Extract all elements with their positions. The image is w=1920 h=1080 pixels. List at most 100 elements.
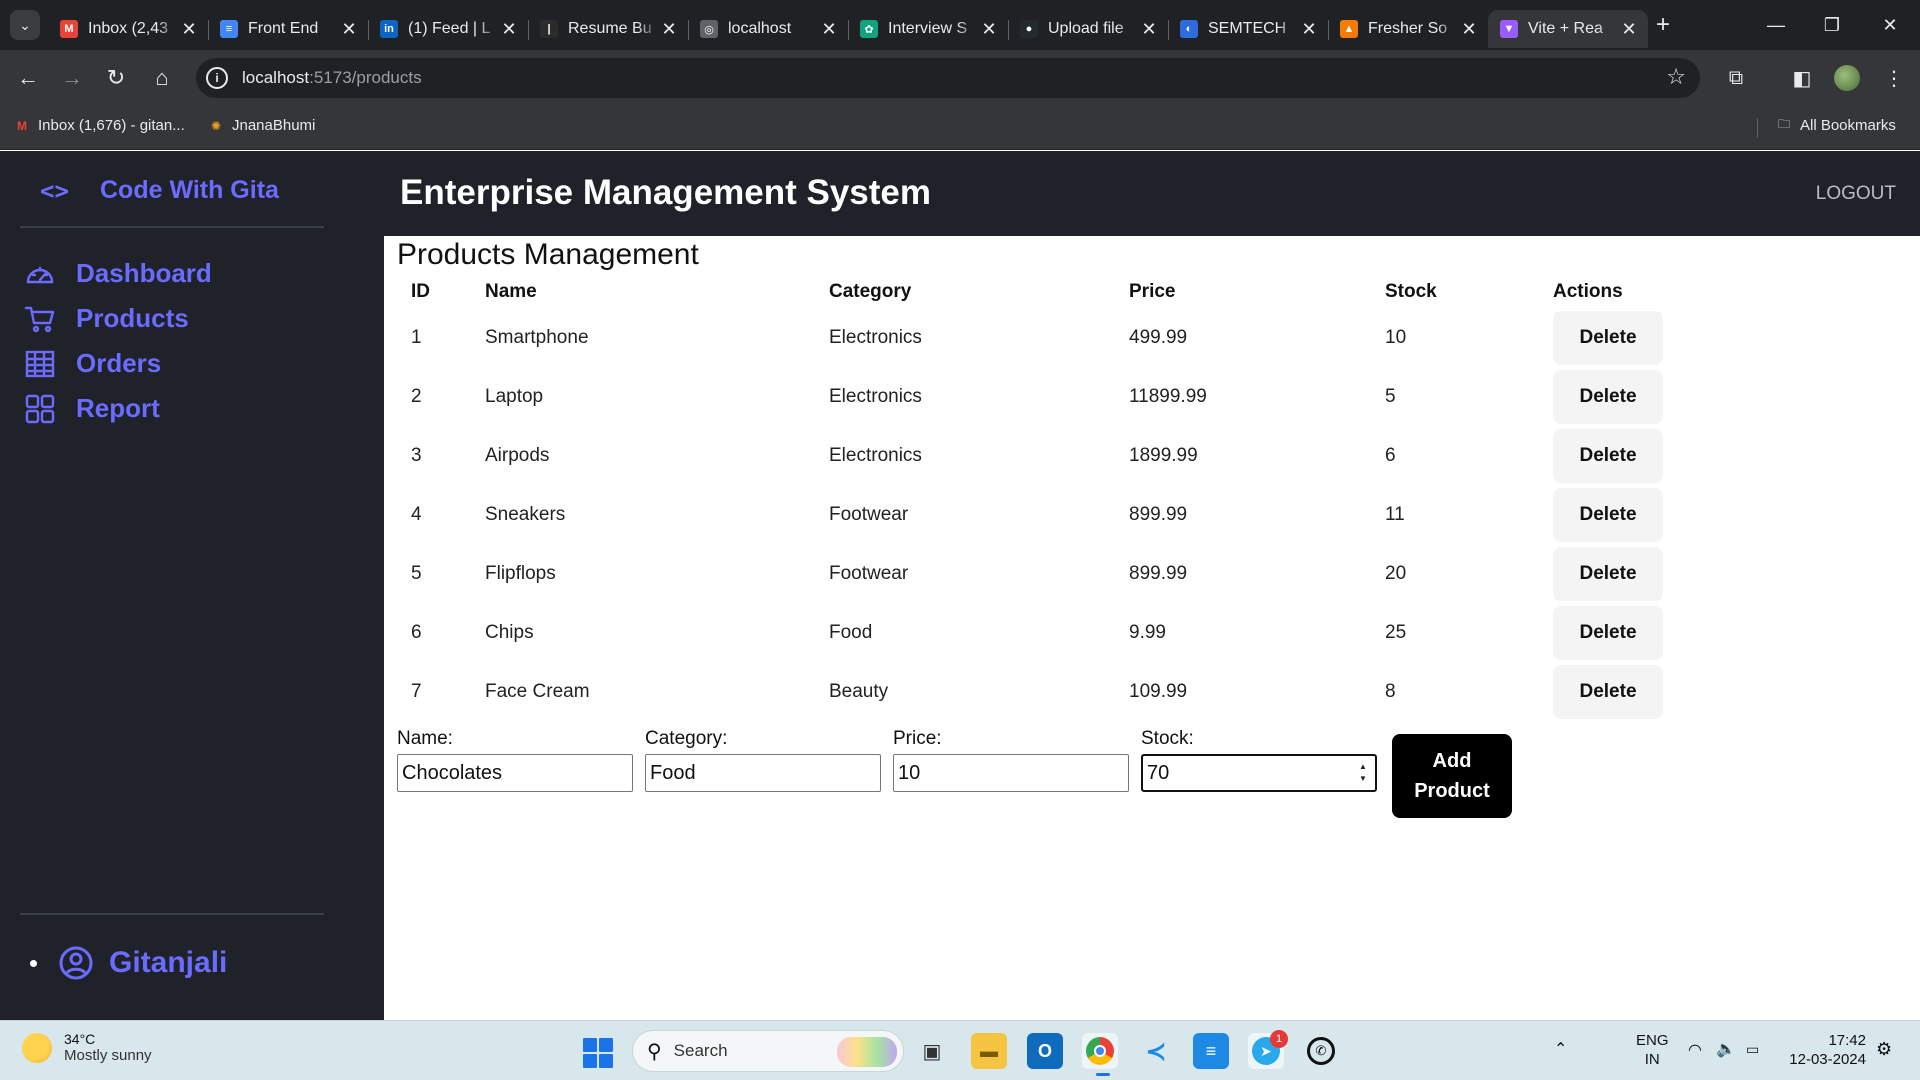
sidebar-item-orders[interactable]: Orders — [24, 341, 212, 386]
tab-title: Upload file — [1048, 20, 1124, 37]
bookmark-jnanabhumi[interactable]: ✺ JnanaBhumi — [208, 117, 315, 134]
tab-title: SEMTECH — [1208, 20, 1287, 37]
browser-tab[interactable]: M Inbox (2,43 ✕ — [48, 10, 208, 48]
cell-category: Footwear — [829, 562, 909, 584]
delete-button[interactable]: Delete — [1553, 369, 1663, 424]
volume-icon[interactable]: 🔈 — [1716, 1039, 1736, 1059]
browser-tab[interactable]: ● Upload file ✕ — [1008, 10, 1168, 48]
tab-close-icon[interactable]: ✕ — [1620, 19, 1638, 40]
user-name: Gitanjali — [109, 946, 228, 979]
new-tab-button[interactable]: + — [1648, 10, 1678, 40]
back-icon[interactable]: ← — [10, 60, 46, 96]
close-window-icon[interactable]: ✕ — [1860, 0, 1920, 50]
battery-icon[interactable]: ▭ — [1746, 1041, 1759, 1058]
reload-icon[interactable]: ↻ — [98, 60, 134, 96]
number-stepper-icon[interactable]: ▲ ▼ — [1357, 761, 1369, 785]
table-row: 3 Airpods Electronics 1899.99 6 Delete — [397, 426, 1663, 485]
address-bar[interactable]: i localhost:5173/products ☆ — [196, 58, 1700, 98]
bookmark-inbox[interactable]: M Inbox (1,676) - gitan... — [14, 117, 185, 134]
tab-close-icon[interactable]: ✕ — [180, 19, 198, 40]
cell-name: Chips — [485, 621, 534, 643]
tab-close-icon[interactable]: ✕ — [1140, 19, 1158, 40]
browser-tab[interactable]: ◐ SEMTECH ✕ — [1168, 10, 1328, 48]
file-explorer-icon[interactable]: ▬ — [971, 1033, 1007, 1069]
taskbar-search[interactable]: ⚲ Search — [632, 1030, 904, 1072]
delete-button[interactable]: Delete — [1553, 487, 1663, 542]
browser-tab[interactable]: ▼ Vite + Rea ✕ — [1488, 10, 1648, 48]
weather-widget[interactable]: 34°C Mostly sunny — [22, 1031, 152, 1064]
whatsapp-icon[interactable]: ✆ — [1303, 1033, 1339, 1069]
cell-price: 499.99 — [1129, 326, 1188, 348]
sidebar-item-products[interactable]: Products — [24, 296, 212, 341]
outlook-icon[interactable]: O — [1027, 1033, 1063, 1069]
name-input[interactable] — [397, 754, 633, 792]
delete-button[interactable]: Delete — [1553, 310, 1663, 365]
cell-stock: 8 — [1385, 680, 1396, 702]
url-text[interactable]: localhost:5173/products — [242, 68, 422, 88]
browser-tab[interactable]: | Resume Bu ✕ — [528, 10, 688, 48]
clock[interactable]: 17:42 12-03-2024 — [1786, 1031, 1866, 1069]
folder-icon: 🗀 — [1777, 117, 1790, 131]
brand[interactable]: <> Code With Gita — [40, 176, 279, 205]
cell-price: 1899.99 — [1129, 444, 1198, 466]
sidebar-item-report[interactable]: Report — [24, 386, 212, 431]
price-input[interactable] — [893, 754, 1129, 792]
home-icon[interactable]: ⌂ — [144, 60, 180, 96]
minimize-icon[interactable]: — — [1746, 0, 1806, 50]
browser-tab[interactable]: ≡ Front End ✕ — [208, 10, 368, 48]
browser-tab[interactable]: in (1) Feed | L ✕ — [368, 10, 528, 48]
tab-close-icon[interactable]: ✕ — [980, 19, 998, 40]
tab-close-icon[interactable]: ✕ — [340, 19, 358, 40]
profile-avatar[interactable] — [1834, 65, 1860, 91]
category-input[interactable] — [645, 754, 881, 792]
all-bookmarks-label: All Bookmarks — [1800, 117, 1896, 134]
tab-close-icon[interactable]: ✕ — [500, 19, 518, 40]
cell-category: Electronics — [829, 444, 922, 466]
cell-price: 899.99 — [1129, 503, 1188, 525]
all-bookmarks[interactable]: 🗀 All Bookmarks — [1776, 117, 1896, 134]
site-info-icon[interactable]: i — [206, 67, 228, 89]
extensions-icon[interactable]: ⧉ — [1722, 64, 1750, 92]
add-product-button[interactable]: Add Product — [1392, 734, 1512, 818]
more-menu-icon[interactable]: ⋮ — [1880, 64, 1908, 92]
tab-search-chevron-icon[interactable]: ⌄ — [10, 10, 40, 40]
stock-input[interactable] — [1141, 754, 1377, 792]
logout-link[interactable]: LOGOUT — [1816, 183, 1896, 205]
tab-close-icon[interactable]: ✕ — [1460, 19, 1478, 40]
wifi-icon[interactable]: ◠ — [1688, 1040, 1702, 1060]
weather-description: Mostly sunny — [64, 1047, 152, 1064]
sidebar-item-dashboard[interactable]: Dashboard — [24, 251, 212, 296]
delete-button[interactable]: Delete — [1553, 428, 1663, 483]
delete-button[interactable]: Delete — [1553, 546, 1663, 601]
delete-button[interactable]: Delete — [1553, 664, 1663, 719]
user-profile[interactable]: Gitanjali — [30, 946, 227, 980]
language-indicator[interactable]: ENG IN — [1636, 1031, 1669, 1069]
cell-name: Laptop — [485, 385, 544, 407]
notepad-icon[interactable]: ≡ — [1193, 1033, 1229, 1069]
notifications-icon[interactable]: ⚙ — [1876, 1039, 1892, 1060]
cell-actions: Delete — [1539, 308, 1663, 367]
cell-id: 5 — [411, 562, 422, 584]
vscode-icon[interactable]: ≺ — [1138, 1033, 1174, 1069]
chrome-icon[interactable] — [1082, 1033, 1118, 1069]
side-panel-icon[interactable]: ◧ — [1788, 64, 1816, 92]
sidebar-item-label: Dashboard — [76, 258, 212, 288]
task-view-icon[interactable]: ▣ — [914, 1033, 950, 1069]
products-table: ID Name Category Price Stock Actions 1 Sm… — [397, 276, 1663, 721]
delete-button[interactable]: Delete — [1553, 605, 1663, 660]
browser-tab[interactable]: ▲ Fresher So ✕ — [1328, 10, 1488, 48]
forward-icon[interactable]: → — [54, 60, 90, 96]
windows-start-icon[interactable] — [583, 1038, 613, 1068]
column-header-price: Price — [1129, 281, 1176, 302]
cell-price: 899.99 — [1129, 562, 1188, 584]
tab-close-icon[interactable]: ✕ — [820, 19, 838, 40]
show-hidden-icons-icon[interactable]: ⌃ — [1554, 1039, 1567, 1059]
cell-name: Smartphone — [485, 326, 589, 348]
tab-close-icon[interactable]: ✕ — [660, 19, 678, 40]
bookmark-star-icon[interactable]: ☆ — [1666, 64, 1686, 90]
tab-close-icon[interactable]: ✕ — [1300, 19, 1318, 40]
browser-tab[interactable]: ◎ localhost ✕ — [688, 10, 848, 48]
browser-tab[interactable]: ✿ Interview S ✕ — [848, 10, 1008, 48]
table-body: 1 Smartphone Electronics 499.99 10 Delete 2 Lap… — [397, 308, 1663, 721]
restore-icon[interactable]: ❐ — [1802, 0, 1862, 50]
